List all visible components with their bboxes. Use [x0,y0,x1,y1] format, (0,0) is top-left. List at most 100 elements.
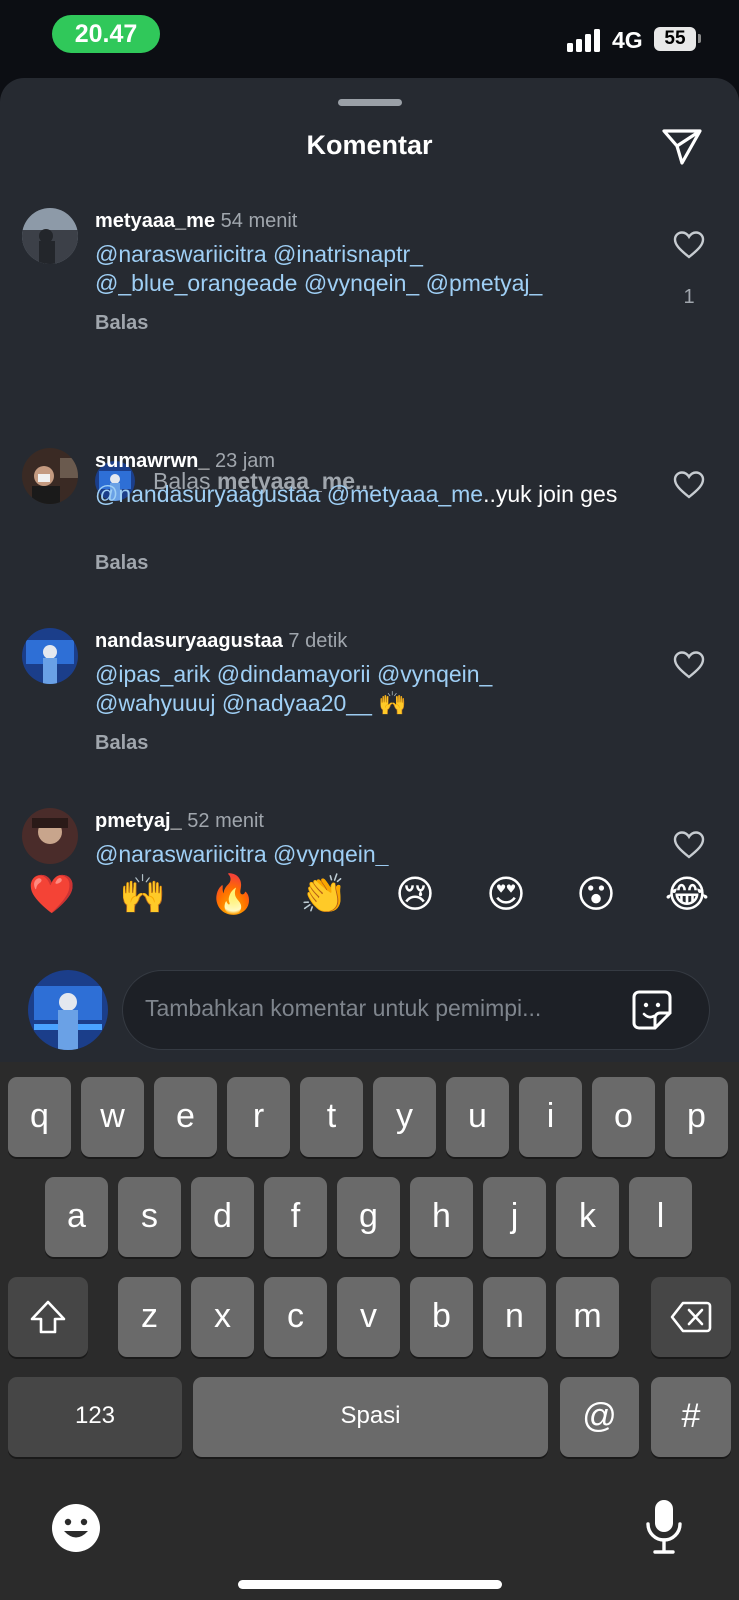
comment-text: @naraswariicitra @inatrisnaptr_ @_blue_o… [95,240,635,298]
heart-icon[interactable] [673,470,705,500]
emoji-quick-bar: ❤️ 🙌 🔥 👏 😢 😍 😮 😂 [0,866,739,926]
mention-link[interactable]: @nadyaa20__ [222,690,372,716]
shift-key[interactable] [8,1277,88,1357]
backspace-icon [670,1301,712,1333]
comment-header: pmetyaj_ 52 menit [95,810,264,833]
key-f[interactable]: f [264,1177,327,1257]
key-w[interactable]: w [81,1077,144,1157]
heart-icon[interactable] [673,230,705,260]
mention-link[interactable]: @_blue_orangeade [95,270,297,296]
mention-link[interactable]: @naraswariicitra [95,241,267,267]
comment-header: sumawrwn_ 23 jam [95,450,275,473]
comment-input-placeholder: Tambahkan komentar untuk pemimpi... [145,995,542,1021]
mention-link[interactable]: @nandasuryaagustaa [95,481,320,507]
numbers-key[interactable]: 123 [8,1377,182,1457]
mention-link[interactable]: @wahyuuuj [95,690,216,716]
microphone-icon[interactable] [644,1498,684,1556]
signal-icon [567,28,603,52]
emoji-clap[interactable]: 👏 [299,866,349,922]
comment-text: @naraswariicitra @vynqein_ [95,840,635,869]
avatar[interactable] [22,628,78,684]
key-z[interactable]: z [118,1277,181,1357]
mention-link[interactable]: @vynqein_ [377,661,492,687]
send-icon[interactable] [660,126,704,166]
backspace-key[interactable] [651,1277,731,1357]
comment-username[interactable]: metyaaa_me [95,210,215,232]
avatar[interactable] [22,808,78,864]
key-e[interactable]: e [154,1077,217,1157]
key-y[interactable]: y [373,1077,436,1157]
at-key[interactable]: @ [560,1377,639,1457]
raising-hands-emoji: 🙌 [378,690,407,716]
comment-username[interactable]: nandasuryaagustaa [95,630,283,652]
emoji-raising-hands[interactable]: 🙌 [118,866,168,922]
key-k[interactable]: k [556,1177,619,1257]
space-key[interactable]: Spasi [193,1377,548,1457]
mention-link[interactable]: @dindamayorii [217,661,371,687]
key-q[interactable]: q [8,1077,71,1157]
emoji-surprised[interactable]: 😮 [571,866,621,922]
comment-time: 52 menit [187,810,264,832]
mention-link[interactable]: @vynqein_ [304,270,419,296]
key-r[interactable]: r [227,1077,290,1157]
key-a[interactable]: a [45,1177,108,1257]
key-j[interactable]: j [483,1177,546,1257]
key-c[interactable]: c [264,1277,327,1357]
key-l[interactable]: l [629,1177,692,1257]
comment-header: metyaaa_me 54 menit [95,210,297,233]
heart-icon[interactable] [673,650,705,680]
comment-input[interactable]: Tambahkan komentar untuk pemimpi... [122,970,710,1050]
comment-header: nandasuryaagustaa 7 detik [95,630,347,653]
key-d[interactable]: d [191,1177,254,1257]
avatar[interactable] [22,448,78,504]
emoji-heart[interactable]: ❤️ [27,866,77,922]
mention-link[interactable]: @naraswariicitra [95,841,267,867]
comment-username[interactable]: sumawrwn_ [95,450,209,472]
sheet-title: Komentar [306,130,433,160]
key-o[interactable]: o [592,1077,655,1157]
comment-time: 7 detik [288,630,348,652]
reply-button[interactable]: Balas [95,732,148,755]
status-bar: 20.47 4G 55 [0,0,739,78]
comment-username[interactable]: pmetyaj_ [95,810,182,832]
shift-icon [30,1300,66,1334]
emoji-laughing[interactable]: 😂 [662,866,712,922]
key-t[interactable]: t [300,1077,363,1157]
key-x[interactable]: x [191,1277,254,1357]
key-b[interactable]: b [410,1277,473,1357]
status-time[interactable]: 20.47 [52,15,160,53]
on-screen-keyboard: q w e r t y u i o p a s d f g h j k l z … [0,1062,739,1600]
battery-icon: 55 [654,27,696,51]
mention-link[interactable]: @ipas_arik [95,661,210,687]
mention-link[interactable]: @metyaaa_me [327,481,483,507]
emoji-fire[interactable]: 🔥 [208,866,258,922]
mention-link[interactable]: @pmetyaj_ [426,270,543,296]
sheet-grabber[interactable] [338,99,402,106]
emoji-crying[interactable]: 😢 [390,866,440,922]
reply-button[interactable]: Balas [95,552,148,575]
key-i[interactable]: i [519,1077,582,1157]
reply-button[interactable]: Balas [95,312,148,335]
network-type: 4G [612,27,643,53]
mention-link[interactable]: @inatrisnaptr_ [273,241,423,267]
emoji-heart-eyes[interactable]: 😍 [481,866,531,922]
key-m[interactable]: m [556,1277,619,1357]
key-v[interactable]: v [337,1277,400,1357]
key-u[interactable]: u [446,1077,509,1157]
heart-icon[interactable] [673,830,705,860]
hash-key[interactable]: # [651,1377,731,1457]
key-p[interactable]: p [665,1077,728,1157]
avatar[interactable] [22,208,78,264]
comment-time: 54 menit [220,210,298,232]
key-s[interactable]: s [118,1177,181,1257]
home-indicator[interactable] [238,1580,502,1589]
mention-link[interactable]: @vynqein_ [273,841,388,867]
comment-list[interactable]: metyaaa_me 54 menit @naraswariicitra @in… [0,196,739,880]
emoji-keyboard-icon[interactable] [50,1502,102,1554]
key-h[interactable]: h [410,1177,473,1257]
comment-composer: Tambahkan komentar untuk pemimpi... [0,950,739,1068]
sticker-icon[interactable] [631,989,673,1031]
key-n[interactable]: n [483,1277,546,1357]
comment-text: @ipas_arik @dindamayorii @vynqein_ @wahy… [95,660,635,718]
key-g[interactable]: g [337,1177,400,1257]
